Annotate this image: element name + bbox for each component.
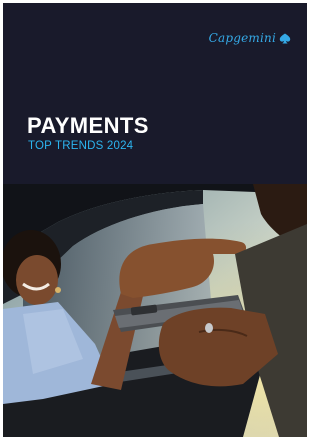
card-terminal-photo bbox=[3, 184, 307, 437]
brand-name: Capgemini bbox=[208, 31, 276, 45]
report-cover: Capgemini PAYMENTS TOP TRENDS 2024 bbox=[3, 3, 307, 437]
cover-subtitle: TOP TRENDS 2024 bbox=[28, 140, 134, 152]
capgemini-logo: Capgemini bbox=[209, 31, 291, 45]
cover-title: PAYMENTS bbox=[27, 113, 149, 138]
spade-icon bbox=[279, 33, 291, 43]
